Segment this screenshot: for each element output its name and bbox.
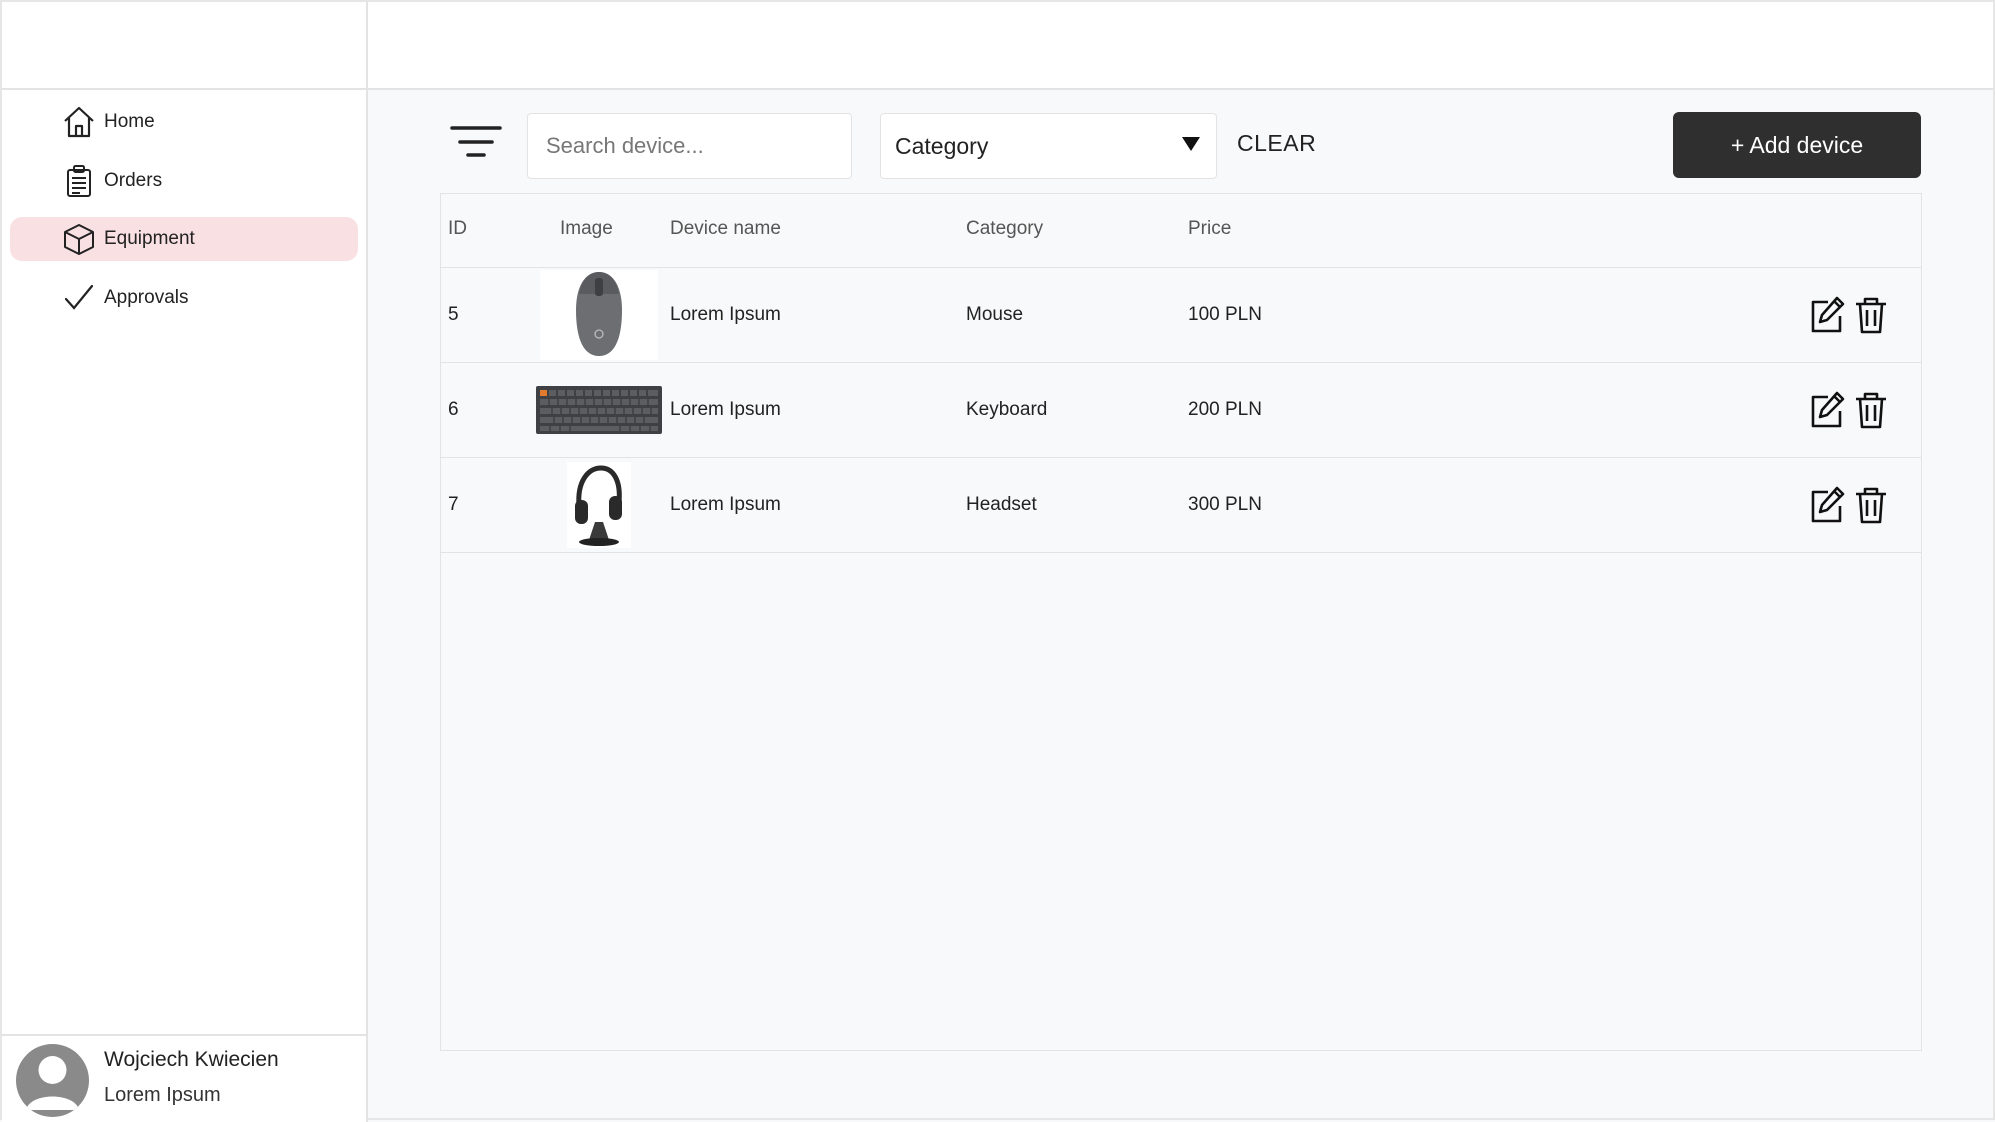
- clipboard-icon: [67, 164, 91, 197]
- user-name: Wojciech Kwiecien: [104, 1048, 279, 1071]
- sidebar-item-label: Equipment: [104, 228, 195, 249]
- cell-price: 100 PLN: [1188, 304, 1262, 325]
- sidebar: Home Orders Equipment Approvals Wojciech…: [2, 2, 368, 1122]
- search-input[interactable]: [527, 113, 852, 179]
- cell-price: 200 PLN: [1188, 399, 1262, 420]
- column-header-price: Price: [1188, 218, 1232, 239]
- cell-price: 300 PLN: [1188, 494, 1262, 515]
- cell-id: 6: [448, 399, 459, 420]
- avatar: [16, 1044, 89, 1117]
- clear-button[interactable]: CLEAR: [1237, 130, 1316, 157]
- column-header-id: ID: [448, 218, 467, 239]
- cell-category: Headset: [966, 494, 1037, 515]
- column-header-image: Image: [560, 218, 613, 239]
- sidebar-header: [2, 2, 366, 90]
- top-bar: [368, 2, 1993, 90]
- cell-id: 7: [448, 494, 459, 515]
- edit-icon[interactable]: [1808, 485, 1846, 525]
- mouse-image: [539, 270, 658, 360]
- trash-icon[interactable]: [1852, 390, 1890, 430]
- user-profile[interactable]: Wojciech Kwiecien Lorem Ipsum: [2, 1034, 366, 1122]
- category-select-label: Category: [895, 132, 989, 159]
- table-row: 7 Lorem Ipsum Headset 300 PLN: [441, 458, 1921, 553]
- table-row: 5 Lorem Ipsum Mouse 100 PLN: [441, 268, 1921, 363]
- sidebar-item-orders[interactable]: Orders: [10, 159, 358, 203]
- trash-icon[interactable]: [1852, 295, 1890, 335]
- keyboard-image: [535, 386, 662, 434]
- device-image-mouse: [526, 270, 671, 360]
- user-avatar-icon: [26, 1056, 79, 1110]
- row-actions: [1808, 390, 1890, 430]
- add-device-button[interactable]: + Add device: [1673, 112, 1921, 178]
- sidebar-item-equipment[interactable]: Equipment: [10, 217, 358, 261]
- column-header-category: Category: [966, 218, 1044, 239]
- headset-image: [566, 462, 631, 548]
- row-actions: [1808, 295, 1890, 335]
- home-icon: [64, 106, 94, 138]
- sidebar-item-label: Home: [104, 111, 155, 132]
- cell-category: Keyboard: [966, 399, 1048, 420]
- category-select[interactable]: Category: [880, 113, 1217, 179]
- box-icon: [64, 224, 94, 255]
- filter-icon[interactable]: [448, 122, 504, 166]
- sidebar-item-approvals[interactable]: Approvals: [10, 276, 358, 320]
- column-header-device-name: Device name: [670, 218, 781, 239]
- sidebar-item-label: Approvals: [104, 286, 189, 308]
- dropdown-arrow-icon: [1182, 137, 1200, 151]
- app-window: Home Orders Equipment Approvals Wojciech…: [0, 0, 1995, 1122]
- edit-icon[interactable]: [1808, 295, 1846, 335]
- equipment-table: ID Image Device name Category Price 5 Lo…: [440, 193, 1922, 1051]
- device-image-keyboard: [526, 365, 671, 455]
- device-image-headset: [526, 460, 671, 550]
- table-header: ID Image Device name Category Price: [441, 194, 1921, 268]
- sidebar-nav: Home Orders Equipment Approvals: [10, 100, 358, 334]
- edit-icon[interactable]: [1808, 390, 1846, 430]
- table-row: 6 Lorem Ipsum Keyboard 200 PLN: [441, 363, 1921, 458]
- sidebar-item-home[interactable]: Home: [10, 100, 358, 144]
- row-actions: [1808, 485, 1890, 525]
- cell-category: Mouse: [966, 304, 1024, 325]
- check-icon: [64, 284, 94, 310]
- cell-device-name: Lorem Ipsum: [670, 494, 781, 515]
- trash-icon[interactable]: [1852, 485, 1890, 525]
- user-subtitle: Lorem Ipsum: [104, 1084, 221, 1106]
- cell-device-name: Lorem Ipsum: [670, 399, 781, 420]
- sidebar-item-label: Orders: [104, 169, 163, 191]
- cell-id: 5: [448, 304, 459, 325]
- cell-device-name: Lorem Ipsum: [670, 304, 781, 325]
